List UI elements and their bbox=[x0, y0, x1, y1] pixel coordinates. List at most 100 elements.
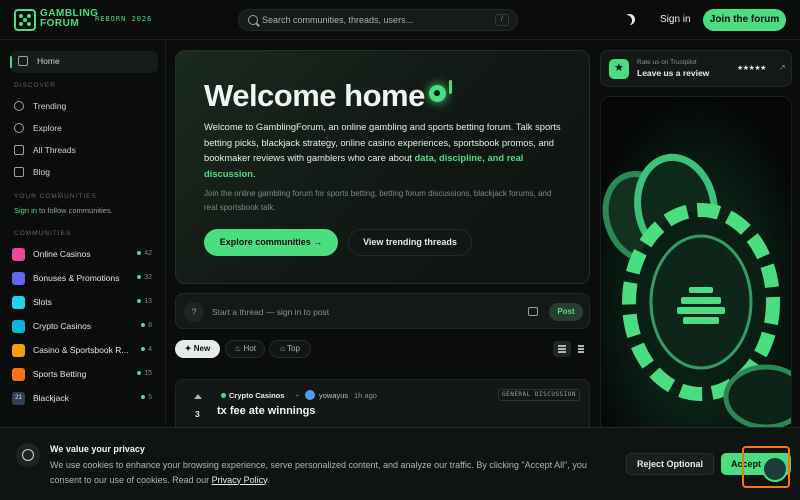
community-icon bbox=[12, 368, 25, 381]
user-avatar[interactable] bbox=[305, 390, 315, 400]
vote-count: 3 bbox=[195, 409, 200, 419]
signin-to-follow-link[interactable]: Sign in bbox=[14, 206, 37, 215]
signin-link[interactable]: Sign in bbox=[660, 14, 691, 25]
logo-line-2: FORUM bbox=[40, 18, 80, 29]
sort-tab-new[interactable]: ✦ New bbox=[175, 340, 220, 358]
sidebar-item-label: Blog bbox=[33, 167, 51, 177]
online-dot bbox=[141, 323, 146, 328]
privacy-body: We use cookies to enhance your browsing … bbox=[50, 460, 587, 485]
sort-tab-label: New bbox=[193, 344, 211, 353]
home-nav: Home bbox=[18, 54, 158, 70]
sidebar-item-label: Explore bbox=[33, 123, 62, 133]
welcome-hero: Welcome home Welcome to GamblingForum, a… bbox=[175, 50, 590, 284]
sidebar-item-explore[interactable]: Explore bbox=[14, 121, 154, 137]
explore-communities-button[interactable]: Explore communities → bbox=[204, 229, 338, 256]
community-icon bbox=[12, 272, 25, 285]
sparkle-icon: ✦ bbox=[184, 344, 194, 353]
online-dot bbox=[141, 347, 146, 352]
trustpilot-star-icon bbox=[609, 59, 629, 79]
privacy-policy-link[interactable]: Privacy Policy bbox=[212, 475, 267, 485]
thread-tag[interactable]: GENERAL DISCUSSION bbox=[498, 389, 580, 401]
privacy-text: We use cookies to enhance your browsing … bbox=[50, 458, 610, 487]
dice-logo-icon[interactable] bbox=[14, 9, 36, 31]
post-button[interactable]: Post bbox=[549, 303, 583, 321]
community-dot bbox=[221, 393, 226, 398]
sort-tab-label: Top bbox=[287, 344, 300, 353]
trophy-icon: ⌂ bbox=[280, 344, 287, 353]
community-name: Crypto Casinos bbox=[33, 321, 92, 331]
search-shortcut-hint: / bbox=[495, 14, 509, 26]
meta-separator: • bbox=[296, 391, 299, 400]
online-dot bbox=[137, 299, 142, 304]
sidebar-item-blog[interactable]: Blog bbox=[14, 165, 154, 181]
community-name: Blackjack bbox=[33, 393, 69, 403]
thread-title[interactable]: tx fee ate winnings bbox=[217, 405, 315, 417]
communities-section-title: COMMUNITIES bbox=[14, 230, 72, 237]
compact-view-icon[interactable] bbox=[571, 341, 589, 357]
online-dot bbox=[137, 251, 142, 256]
online-dot bbox=[137, 275, 142, 280]
sidebar-item-home[interactable]: Home bbox=[10, 51, 158, 73]
casino-chips-promo-image[interactable] bbox=[600, 96, 792, 436]
community-name: Online Casinos bbox=[33, 249, 91, 259]
community-icon bbox=[12, 320, 25, 333]
community-item[interactable]: Casino & Sportsbook R... 4 bbox=[12, 343, 152, 359]
sort-tab-hot[interactable]: ♨ Hot bbox=[225, 340, 265, 358]
logo-wordmark[interactable]: GAMBLING FORUM bbox=[40, 9, 98, 29]
upvote-icon[interactable] bbox=[194, 394, 202, 399]
card-view-icon[interactable] bbox=[553, 341, 571, 357]
community-count-value: 8 bbox=[148, 322, 152, 329]
cookie-consent-banner: We value your privacy We use cookies to … bbox=[0, 427, 800, 500]
search-input[interactable] bbox=[262, 13, 482, 27]
chips-illustration bbox=[601, 97, 791, 435]
search-bar[interactable]: / bbox=[238, 9, 518, 31]
community-name: Sports Betting bbox=[33, 369, 87, 379]
trustpilot-card[interactable]: Rate us on Trustpilot Leave us a review … bbox=[600, 50, 792, 87]
community-count: 4 bbox=[141, 346, 152, 353]
follow-communities-note: Sign in to follow communities. bbox=[14, 206, 113, 215]
join-forum-button[interactable]: Join the forum bbox=[703, 9, 786, 31]
thread-community[interactable]: Crypto Casinos bbox=[229, 391, 284, 400]
threads-icon bbox=[14, 145, 24, 155]
hero-exclaim-icon bbox=[449, 80, 452, 94]
thread-author[interactable]: yowayus bbox=[319, 391, 348, 400]
community-item[interactable]: Crypto Casinos 8 bbox=[12, 319, 152, 335]
view-trending-button[interactable]: View trending threads bbox=[348, 229, 472, 256]
community-item[interactable]: Bonuses & Promotions 32 bbox=[12, 271, 152, 287]
community-item[interactable]: Sports Betting 15 bbox=[12, 367, 152, 383]
trustpilot-cta: Leave us a review bbox=[637, 68, 710, 78]
hero-title: Welcome home bbox=[204, 78, 425, 113]
community-count: 42 bbox=[137, 250, 152, 257]
community-item[interactable]: 21 Blackjack 5 bbox=[12, 391, 152, 407]
avatar: ? bbox=[184, 302, 204, 322]
sort-tab-top[interactable]: ⌂ Top bbox=[269, 340, 311, 358]
privacy-title: We value your privacy bbox=[50, 444, 145, 454]
community-item[interactable]: Online Casinos 42 bbox=[12, 247, 152, 263]
theme-toggle-moon-icon[interactable] bbox=[624, 14, 635, 25]
sidebar-item-label: Home bbox=[37, 56, 60, 66]
community-count: 13 bbox=[137, 298, 152, 305]
image-upload-icon[interactable] bbox=[528, 307, 538, 316]
active-indicator bbox=[10, 56, 12, 68]
community-icon: 21 bbox=[12, 392, 25, 405]
compose-placeholder[interactable]: Start a thread — sign in to post bbox=[212, 307, 329, 317]
your-communities-title: YOUR COMMUNITIES bbox=[14, 193, 97, 200]
external-link-icon: ↗ bbox=[779, 63, 786, 72]
blog-icon bbox=[14, 167, 24, 177]
rating-stars: ★★★★★ bbox=[737, 65, 766, 72]
community-item[interactable]: Slots 13 bbox=[12, 295, 152, 311]
logo-tagline: REBORN 2026 bbox=[95, 15, 153, 23]
sort-tab-label: Hot bbox=[243, 344, 256, 353]
reject-optional-button[interactable]: Reject Optional bbox=[626, 453, 714, 475]
compose-thread-bar[interactable]: ? Start a thread — sign in to post Post bbox=[175, 293, 590, 329]
compass-icon bbox=[14, 123, 24, 133]
sidebar-item-all-threads[interactable]: All Threads bbox=[14, 143, 154, 159]
community-name: Casino & Sportsbook R... bbox=[33, 345, 129, 355]
community-count-value: 4 bbox=[148, 346, 152, 353]
community-count-value: 42 bbox=[144, 250, 152, 257]
hero-description: Welcome to GamblingForum, an online gamb… bbox=[204, 119, 564, 181]
chat-bot-icon bbox=[762, 456, 788, 482]
community-icon bbox=[12, 296, 25, 309]
sidebar-item-trending[interactable]: Trending bbox=[14, 99, 154, 115]
support-chat-widget[interactable] bbox=[742, 446, 790, 488]
